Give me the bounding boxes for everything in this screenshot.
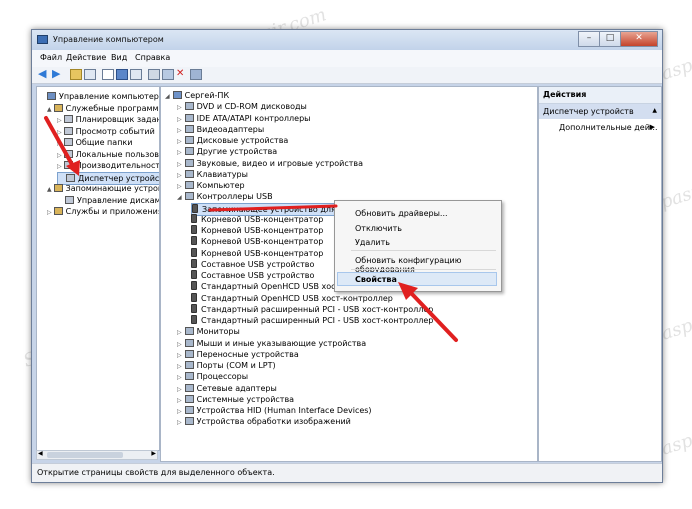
annotation-arrow-shaft [44,116,76,170]
annotation-underline [208,204,338,212]
annotation-arrow-shaft [410,292,458,342]
annotation-overlay [44,116,458,342]
